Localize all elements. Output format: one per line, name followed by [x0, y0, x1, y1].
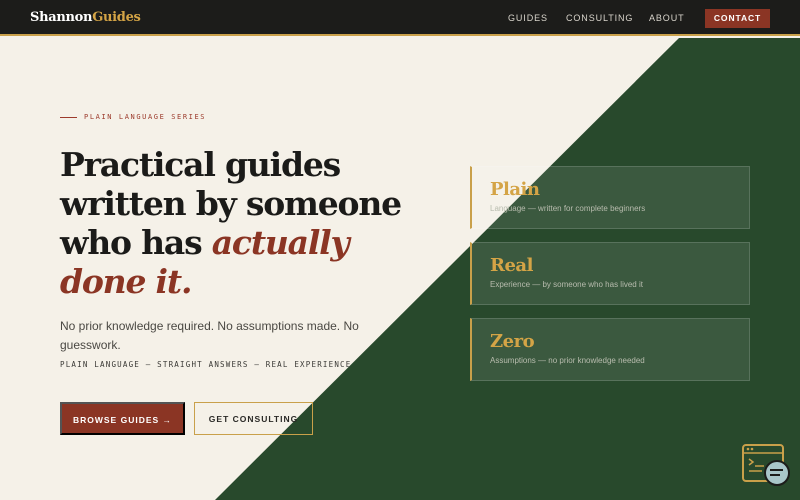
- nav-link-consulting[interactable]: CONSULTING: [566, 13, 633, 23]
- card-title: Plain: [490, 179, 540, 200]
- nav-link-guides[interactable]: GUIDES: [508, 13, 548, 23]
- headline-line-2: written by someone: [60, 184, 402, 223]
- top-navigation-bar: ShannonGuides GUIDES CONSULTING ABOUT CO…: [0, 0, 800, 36]
- hero-headline: Practical guides written by someone who …: [60, 145, 402, 301]
- contact-button[interactable]: CONTACT: [705, 9, 770, 28]
- card-title: Zero: [490, 331, 535, 352]
- site-logo[interactable]: ShannonGuides: [30, 10, 141, 25]
- card-subtitle: Experience — by someone who has lived it: [490, 280, 643, 289]
- headline-emphasis-done-it: done it.: [60, 262, 192, 301]
- get-consulting-button[interactable]: GET CONSULTING: [194, 402, 313, 435]
- feature-card-real: Real Experience — by someone who has liv…: [470, 242, 750, 305]
- browse-guides-button[interactable]: BROWSE GUIDES →: [60, 402, 185, 435]
- eyebrow-rule: [60, 117, 77, 118]
- eyebrow-text: PLAIN LANGUAGE SERIES: [84, 113, 207, 121]
- card-subtitle: Language — written for complete beginner…: [490, 204, 646, 213]
- headline-line-3-prefix: who has: [60, 223, 212, 262]
- hero-lede: No prior knowledge required. No assumpti…: [60, 319, 359, 352]
- headline-emphasis-actually: actually: [211, 223, 350, 262]
- feature-card-zero: Zero Assumptions — no prior knowledge ne…: [470, 318, 750, 381]
- nav-link-about[interactable]: ABOUT: [649, 13, 685, 23]
- headline-line-3: who has actually: [60, 223, 401, 262]
- hero-tagline: PLAIN LANGUAGE — STRAIGHT ANSWERS — REAL…: [60, 360, 352, 369]
- logo-text-first: Shannon: [30, 10, 93, 25]
- card-title: Real: [490, 255, 533, 276]
- terminal-chat-icon[interactable]: [742, 444, 790, 486]
- headline-line-4: done it.: [60, 262, 401, 301]
- card-subtitle: Assumptions — no prior knowledge needed: [490, 356, 645, 365]
- headline-line-1: Practical guides: [60, 145, 341, 184]
- feature-card-plain: Plain Language — written for complete be…: [470, 166, 750, 229]
- logo-text-second: Guides: [92, 10, 141, 25]
